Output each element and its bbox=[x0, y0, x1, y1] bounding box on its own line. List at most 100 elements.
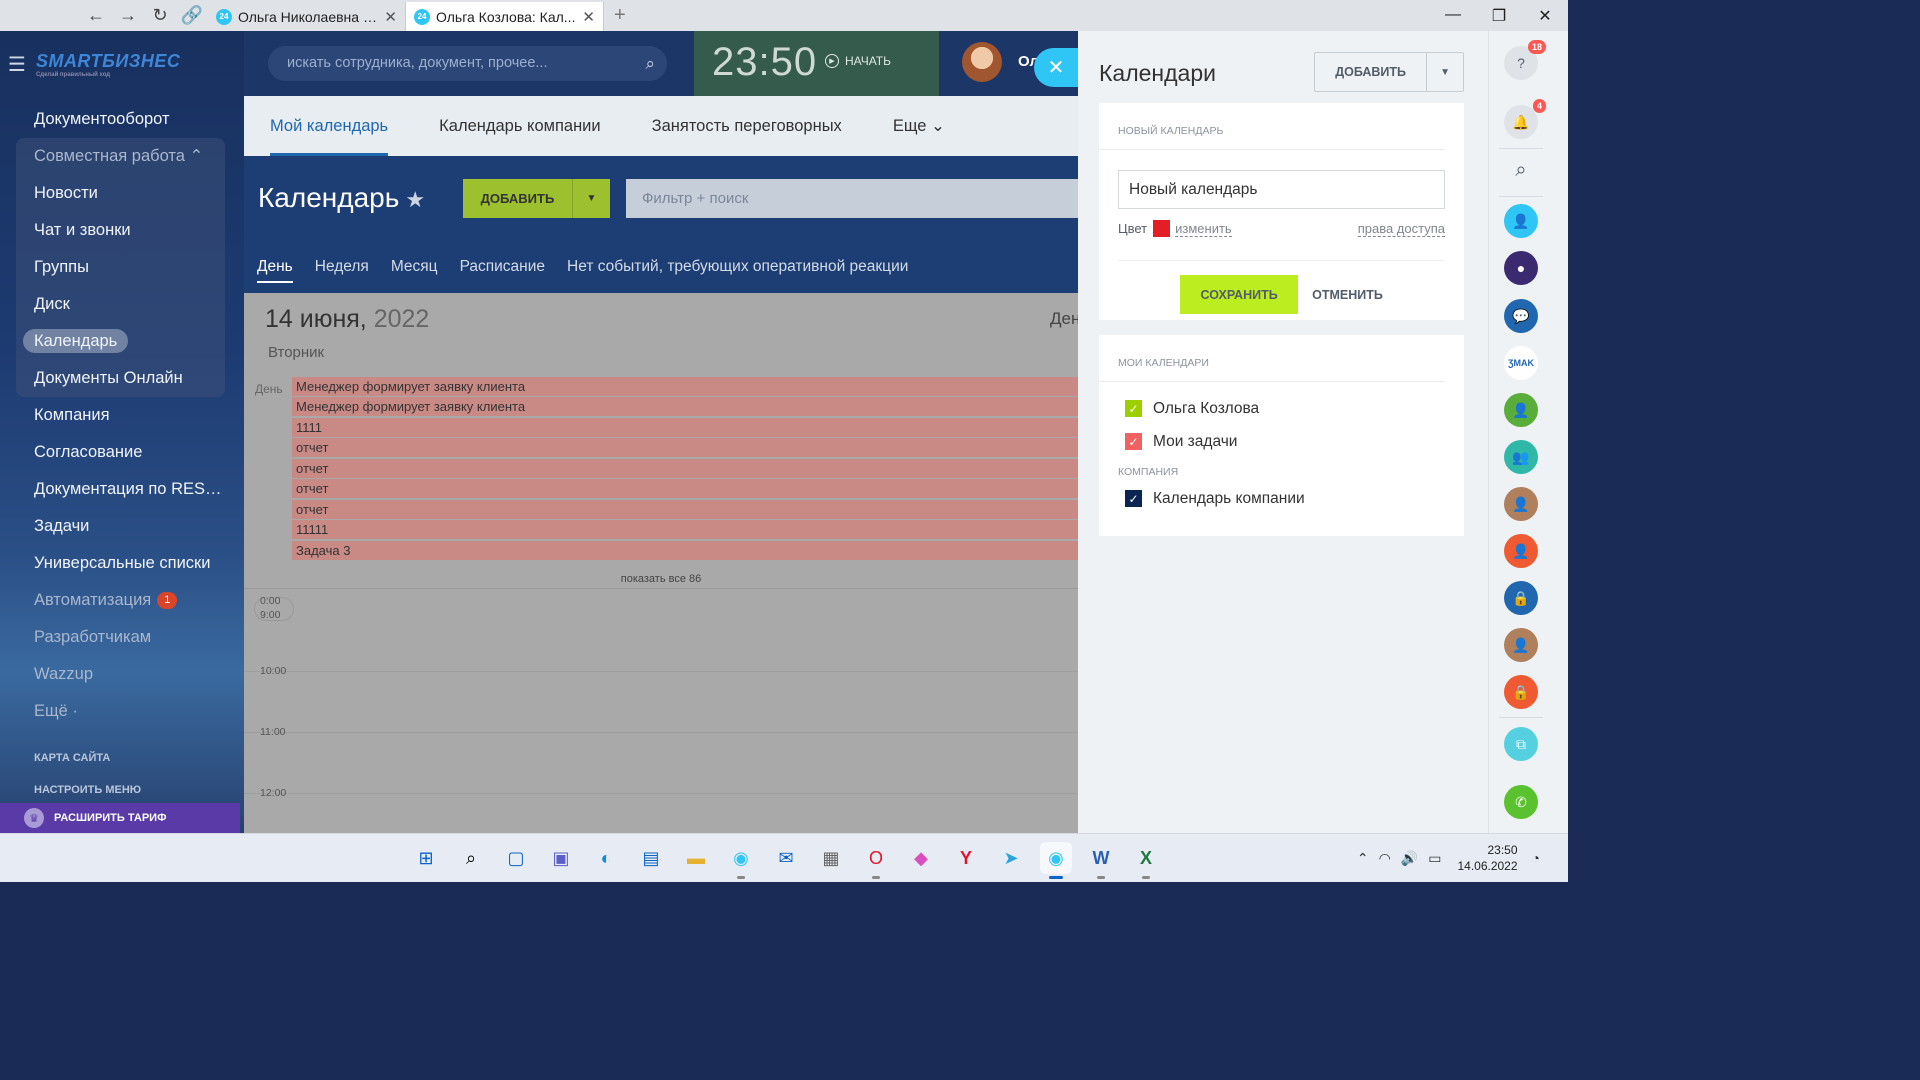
sidebar-item-rest-docs[interactable]: Документация по REST ... bbox=[0, 471, 230, 508]
site-map-link[interactable]: КАРТА САЙТА bbox=[0, 742, 244, 774]
close-tab-icon[interactable]: ✕ bbox=[384, 8, 397, 26]
sidebar-item-more[interactable]: Ещё · bbox=[0, 693, 230, 730]
calendar-checkbox-row[interactable]: ✓ Ольга Козлова bbox=[1125, 392, 1464, 425]
teams-chat-icon[interactable]: ▣ bbox=[545, 842, 577, 874]
sidebar-item-automation[interactable]: Автоматизация 1 bbox=[0, 582, 230, 619]
event-entry[interactable]: отчет bbox=[292, 479, 1078, 498]
wifi-icon[interactable]: ◠ bbox=[1379, 850, 1391, 867]
opera-icon[interactable]: O bbox=[860, 842, 892, 879]
lock-icon[interactable]: 🔒 bbox=[1504, 675, 1538, 709]
sidebar-item-developers[interactable]: Разработчикам bbox=[0, 619, 230, 656]
chevron-up-icon[interactable]: ⌃ bbox=[1357, 850, 1369, 867]
sidebar-item-collaboration[interactable]: Совместная работа ⌃ bbox=[16, 138, 225, 175]
event-entry[interactable]: отчет bbox=[292, 438, 1078, 457]
close-window-icon[interactable]: ✕ bbox=[1522, 6, 1568, 26]
start-workday-button[interactable]: ▶ НАЧАТЬ bbox=[825, 54, 891, 68]
forward-icon[interactable]: → bbox=[112, 0, 144, 31]
menu-burger-icon[interactable]: ☰ bbox=[8, 52, 26, 77]
task-view-icon[interactable]: ▢ bbox=[500, 842, 532, 874]
file-explorer-icon[interactable]: ▬ bbox=[680, 842, 712, 874]
event-entry[interactable]: 1111 bbox=[292, 418, 1078, 437]
user-avatar-icon[interactable]: 👤 bbox=[1504, 393, 1538, 427]
view-day[interactable]: День bbox=[257, 240, 293, 293]
sidebar-item-calendar[interactable]: Календарь bbox=[16, 323, 225, 360]
chevron-down-icon[interactable]: ▼ bbox=[1426, 53, 1463, 91]
event-entry[interactable]: Задача 3 bbox=[292, 541, 1078, 560]
user-avatar-icon[interactable]: 👤 bbox=[1504, 487, 1538, 521]
calendar-checkbox-row[interactable]: ✓ Календарь компании bbox=[1125, 482, 1464, 515]
no-events-notice[interactable]: Нет событий, требующих оперативной реакц… bbox=[567, 240, 908, 293]
browser-tab-active[interactable]: 24 Ольга Козлова: Кал... ✕ bbox=[406, 2, 604, 31]
smart-business-logo-icon[interactable]: ƷMAK bbox=[1504, 346, 1538, 380]
company-logo[interactable]: SMARTБИЗНЕС Сделай правильный ход bbox=[36, 51, 180, 78]
sidebar-item-company[interactable]: Компания bbox=[0, 397, 230, 434]
help-icon[interactable]: ? 18 bbox=[1504, 40, 1546, 80]
close-tab-icon[interactable]: ✕ bbox=[582, 8, 595, 26]
view-month[interactable]: Месяц bbox=[391, 240, 438, 293]
filter-search-input[interactable]: Фильтр + поиск bbox=[626, 179, 1078, 218]
back-icon[interactable]: ← bbox=[80, 0, 112, 31]
sidebar-item-news[interactable]: Новости bbox=[16, 175, 225, 212]
user-avatar-icon[interactable]: 👤 bbox=[1504, 534, 1538, 568]
view-week[interactable]: Неделя bbox=[315, 240, 369, 293]
windows-start-icon[interactable]: ⊞ bbox=[410, 842, 442, 874]
sidebar-item-docs-online[interactable]: Документы Онлайн bbox=[16, 360, 225, 397]
minimize-icon[interactable]: — bbox=[1430, 6, 1476, 26]
link-icon[interactable]: 🔗 bbox=[176, 0, 208, 31]
access-rights-link[interactable]: права доступа bbox=[1357, 221, 1445, 237]
contact-avatar[interactable]: ● bbox=[1504, 251, 1538, 285]
telegram-icon[interactable]: ➤ bbox=[995, 842, 1027, 874]
calendar-checkbox-row[interactable]: ✓ Мои задачи bbox=[1125, 425, 1464, 458]
show-all-link[interactable]: показать все 86 bbox=[244, 573, 1078, 585]
sidebar-item-tasks[interactable]: Задачи bbox=[0, 508, 230, 545]
global-search-input[interactable]: искать сотрудника, документ, прочее... ⌕ bbox=[268, 46, 667, 81]
system-clock[interactable]: 23:50 14.06.2022 bbox=[1457, 842, 1517, 874]
maximize-icon[interactable]: ❐ bbox=[1476, 6, 1522, 26]
bitrix24-app-icon[interactable]: ◉ bbox=[725, 842, 757, 879]
color-swatch[interactable] bbox=[1153, 220, 1171, 237]
chevron-down-icon[interactable]: ▼ bbox=[572, 179, 610, 218]
calendar-name-input[interactable]: Новый календарь bbox=[1118, 170, 1445, 209]
sidebar-item-docflow[interactable]: Документооборот bbox=[0, 101, 230, 138]
search-icon[interactable]: ⌕ bbox=[1504, 153, 1538, 187]
volume-icon[interactable]: 🔊 bbox=[1401, 850, 1418, 867]
event-entry[interactable]: отчет bbox=[292, 459, 1078, 478]
group-chat-icon[interactable]: 💬 bbox=[1504, 299, 1538, 333]
event-entry[interactable]: отчет bbox=[292, 500, 1078, 519]
checkbox-checked-icon[interactable]: ✓ bbox=[1125, 490, 1142, 507]
sidebar-item-chat[interactable]: Чат и звонки bbox=[16, 212, 225, 249]
reload-icon[interactable]: ↻ bbox=[144, 0, 176, 31]
configure-menu-link[interactable]: НАСТРОИТЬ МЕНЮ bbox=[0, 774, 244, 806]
calculator-icon[interactable]: ▦ bbox=[815, 842, 847, 874]
add-event-button[interactable]: ДОБАВИТЬ ▼ bbox=[463, 179, 610, 218]
expand-tariff-button[interactable]: ♛ РАСШИРИТЬ ТАРИФ bbox=[0, 803, 240, 833]
new-tab-button[interactable]: + bbox=[614, 4, 626, 27]
sidebar-item-approval[interactable]: Согласование bbox=[0, 434, 230, 471]
edge-icon[interactable]: ◐ bbox=[590, 842, 622, 874]
cancel-button[interactable]: ОТМЕНИТЬ bbox=[1312, 288, 1383, 302]
lock-icon[interactable]: 🔒 bbox=[1504, 581, 1538, 615]
star-icon[interactable]: ★ bbox=[405, 187, 425, 212]
bell-icon[interactable]: 🔔 4 bbox=[1504, 99, 1546, 139]
worktime-widget[interactable]: 23:50 ▶ НАЧАТЬ bbox=[694, 31, 939, 96]
view-schedule[interactable]: Расписание bbox=[460, 240, 545, 293]
user-avatar-icon[interactable]: 👤 bbox=[1504, 204, 1538, 238]
copy-document-icon[interactable]: ⧉ bbox=[1504, 727, 1538, 761]
sidebar-item-lists[interactable]: Универсальные списки bbox=[0, 545, 230, 582]
user-avatar-icon[interactable]: 👤 bbox=[1504, 628, 1538, 662]
close-slider-button[interactable]: ✕ bbox=[1034, 48, 1078, 87]
yandex-browser-icon[interactable]: Y bbox=[950, 842, 982, 874]
sidebar-item-groups[interactable]: Группы bbox=[16, 249, 225, 286]
word-icon[interactable]: W bbox=[1085, 842, 1117, 879]
add-calendar-button[interactable]: ДОБАВИТЬ ▼ bbox=[1314, 52, 1464, 92]
checkbox-checked-icon[interactable]: ✓ bbox=[1125, 433, 1142, 450]
sidebar-item-disk[interactable]: Диск bbox=[16, 286, 225, 323]
tab-my-calendar[interactable]: Мой календарь bbox=[270, 96, 389, 156]
search-icon[interactable]: ⌕ bbox=[645, 46, 655, 81]
search-icon[interactable]: ⌕ bbox=[455, 842, 487, 874]
phone-icon[interactable]: ✆ bbox=[1504, 785, 1538, 819]
group-avatar-icon[interactable]: 👥 bbox=[1504, 440, 1538, 474]
save-button[interactable]: СОХРАНИТЬ bbox=[1180, 275, 1299, 314]
browser-tab[interactable]: 24 Ольга Николаевна К... ✕ bbox=[208, 2, 406, 31]
change-color-link[interactable]: изменить bbox=[1175, 221, 1232, 237]
